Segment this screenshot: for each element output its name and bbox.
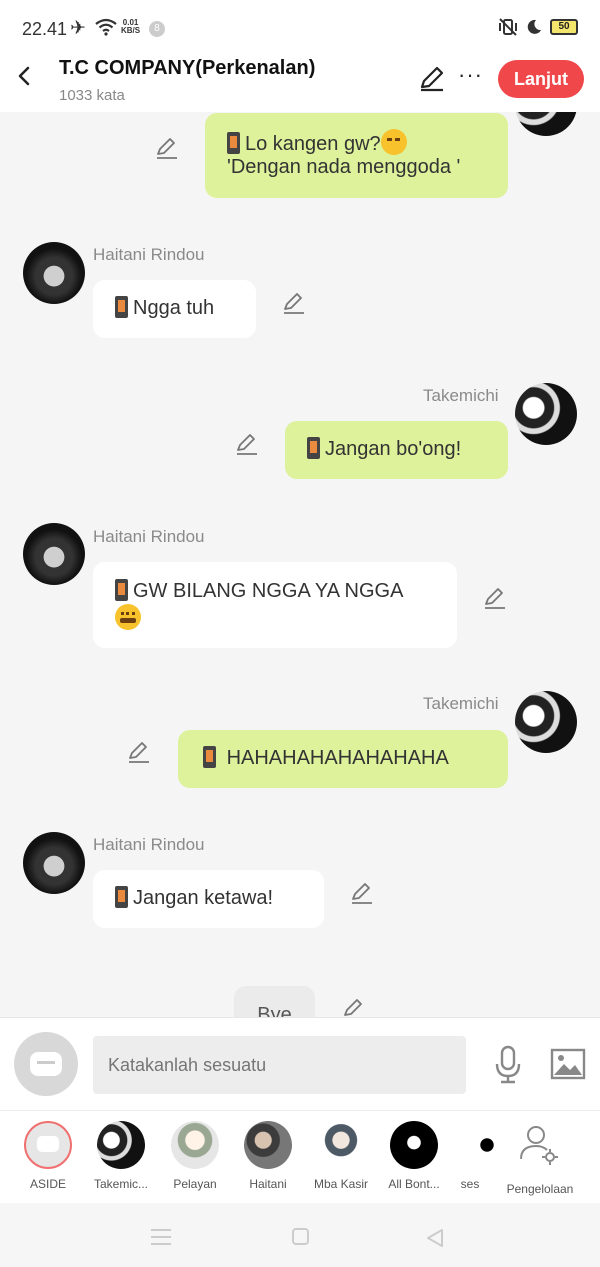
message-text: Jangan bo'ong! [325,438,462,460]
character-all-bonten[interactable]: All Bont... [379,1121,449,1191]
message-bubble[interactable]: Jangan ketawa! [93,870,324,928]
phone-icon [115,579,128,601]
edit-message-icon[interactable] [282,291,306,315]
status-time: 22.41 [22,19,68,39]
message-text: Lo kangen gw? [245,133,381,155]
character-mba-kasir[interactable]: Mba Kasir [306,1121,376,1191]
network-speed: 0.01 KB/S [121,19,140,35]
aside-icon [24,1121,72,1169]
message-bubble[interactable]: GW BILANG NGGA YA NGGA [93,562,457,648]
message-input[interactable] [93,1036,466,1094]
phone-icon [307,437,320,459]
back-arrow-icon[interactable] [12,62,38,92]
microphone-icon[interactable] [492,1044,524,1084]
manage-characters-button[interactable]: Pengelolaan [500,1121,580,1196]
nav-back-icon[interactable] [424,1227,446,1249]
message-text: Ngga tuh [133,297,215,319]
battery-icon: 50 [550,19,578,35]
narration-toggle-button[interactable] [14,1032,78,1096]
character-avatar [317,1121,365,1169]
sender-name: Haitani Rindou [93,527,205,546]
edit-message-icon[interactable] [483,586,507,610]
recent-apps-icon[interactable] [151,1229,171,1245]
edit-pencil-icon[interactable] [418,65,446,93]
airplane-icon: ✈ [70,18,86,39]
edit-message-icon[interactable] [127,740,151,764]
vibrate-off-icon [499,18,517,36]
character-haitani[interactable]: Haitani [233,1121,303,1191]
word-count: 1033 kata [59,87,125,104]
edit-message-icon[interactable] [235,432,259,456]
notification-badge: 8 [149,21,165,37]
smirking-face-icon [380,129,407,155]
phone-icon [227,132,240,154]
sender-name: Haitani Rindou [93,245,205,264]
character-label: Takemic... [93,1177,148,1191]
sender-name: Haitani Rindou [93,835,205,854]
edit-message-icon[interactable] [342,997,366,1017]
wifi-icon [95,18,117,36]
character-label: ses [460,1177,480,1191]
network-speed-unit: KB/S [121,26,141,35]
character-label: ASIDE [29,1177,66,1191]
phone-icon [115,886,128,908]
character-label: Mba Kasir [313,1177,369,1191]
moon-icon [527,19,541,34]
character-avatar [390,1121,438,1169]
character-label: Pelayan [173,1177,217,1191]
story-title: T.C COMPANY(Perkenalan) [59,57,316,79]
avatar-haitani-rindou[interactable] [23,832,85,894]
edit-message-icon[interactable] [350,881,374,905]
chat-thread[interactable]: Lo kangen gw? 'Dengan nada menggoda ' Ha… [0,112,600,1017]
message-bubble[interactable]: Ngga tuh [93,280,256,338]
message-text: Bye [257,1004,292,1017]
sender-name: Takemichi [423,386,499,405]
home-icon[interactable] [292,1228,309,1245]
chat-header: T.C COMPANY(Perkenalan) 1033 kata ··· La… [0,56,600,112]
narration-bubble[interactable]: Bye [234,986,315,1017]
character-label: Pengelolaan [506,1182,574,1196]
message-text: 'Dengan nada menggoda ' [227,156,461,178]
avatar-takemichi[interactable] [515,383,577,445]
avatar-haitani-rindou[interactable] [23,523,85,585]
message-text: Jangan ketawa! [133,887,274,909]
message-input-row [0,1017,600,1110]
character-pelayan[interactable]: Pelayan [160,1121,230,1191]
character-avatar [244,1121,292,1169]
message-line: Lo kangen gw? [227,129,486,156]
character-avatar [171,1121,219,1169]
message-text: GW BILANG NGGA YA NGGA [133,580,404,602]
message-bubble[interactable]: Jangan bo'ong! [285,421,508,479]
avatar-haitani-rindou[interactable] [23,242,85,304]
character-ses[interactable]: ses [448,1121,494,1191]
image-icon[interactable] [550,1048,586,1080]
sender-name: Takemichi [423,694,499,713]
status-bar: 22.41 ✈ 0.01 KB/S 8 50 [0,0,600,56]
phone-icon [115,296,128,318]
message-text: HAHAHAHAHAHAHAHA [226,747,449,769]
phone-icon [203,746,216,768]
character-label: Haitani [249,1177,287,1191]
status-right: 50 [498,18,578,36]
character-aside[interactable]: ASIDE [13,1121,83,1191]
avatar-takemichi[interactable] [515,691,577,753]
character-avatar [97,1121,145,1169]
zipper-mouth-face-icon [115,604,141,630]
character-selector: ASIDE Takemic... Pelayan Haitani Mba Kas… [0,1110,600,1203]
more-options-button[interactable]: ··· [458,64,483,86]
message-bubble[interactable]: Lo kangen gw? 'Dengan nada menggoda ' [205,113,508,198]
character-takemichi[interactable]: Takemic... [86,1121,156,1191]
character-label: All Bont... [388,1177,440,1191]
chat-bubble-icon [30,1052,62,1076]
edit-message-icon[interactable] [155,136,179,160]
avatar-takemichi[interactable] [515,112,577,136]
manage-user-icon [520,1126,558,1165]
system-nav-bar [0,1203,600,1267]
next-button[interactable]: Lanjut [498,60,584,98]
message-bubble[interactable]: HAHAHAHAHAHAHAHA [178,730,508,788]
character-avatar [466,1121,494,1169]
